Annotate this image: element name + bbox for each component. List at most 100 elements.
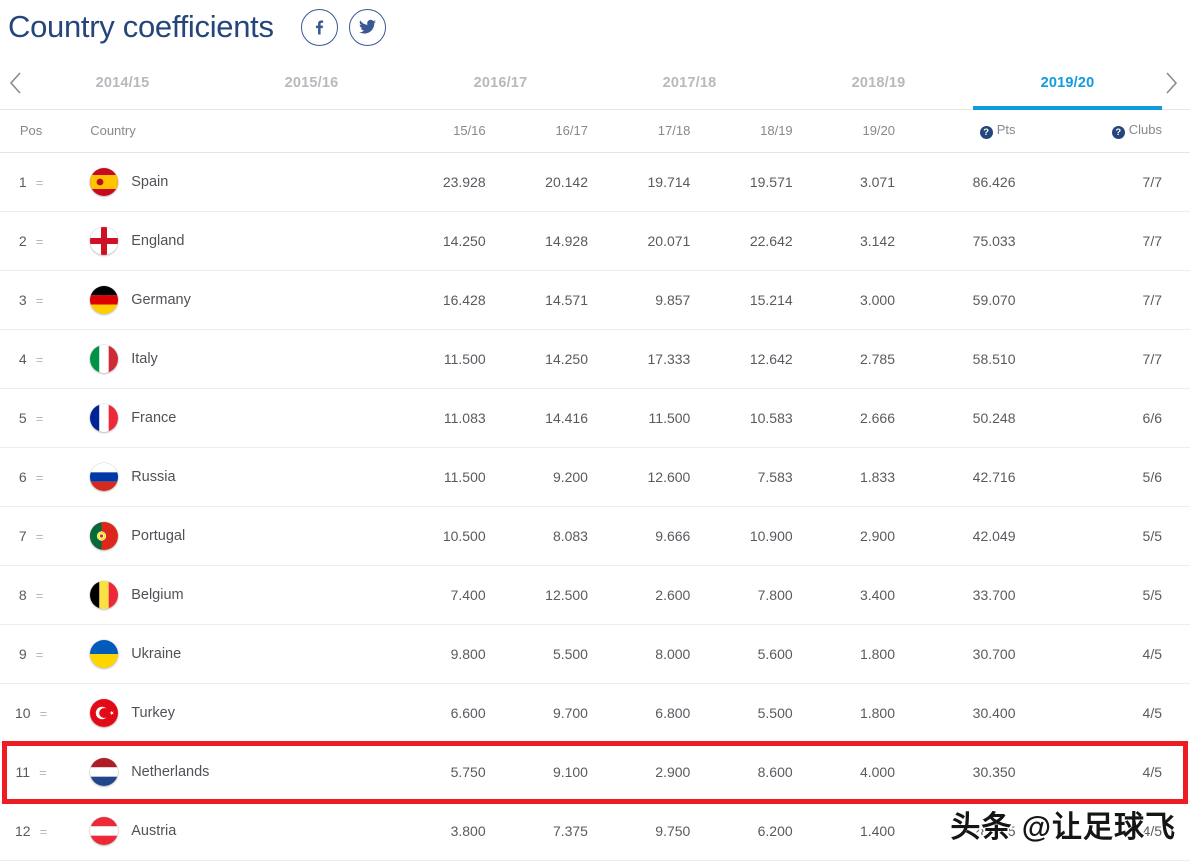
cell-s1516: 23.928 xyxy=(391,152,494,212)
cell-s1617: 14.250 xyxy=(493,329,596,389)
cell-s1718: 19.714 xyxy=(595,152,699,212)
cell-s1617: 8.083 xyxy=(493,506,596,566)
tab-2014-15[interactable]: 2014/15 xyxy=(28,57,217,109)
cell-s1516: 11.500 xyxy=(391,447,494,507)
position-change-icon: = xyxy=(35,470,44,485)
cell-country[interactable]: Netherlands xyxy=(62,742,392,802)
social-share-group xyxy=(300,8,386,46)
position-change-icon: = xyxy=(35,352,44,367)
cell-position: 11 = xyxy=(0,742,63,802)
table-row[interactable]: 5 = France 11.083 14.416 11.500 10.583 2.666 50.… xyxy=(0,388,1190,448)
cell-position: 3 = xyxy=(0,270,63,330)
facebook-icon xyxy=(316,20,324,35)
cell-country[interactable]: Portugal xyxy=(62,506,392,566)
cell-country[interactable]: Russia xyxy=(62,447,392,507)
cell-s1920: 2.900 xyxy=(800,506,904,566)
table-row[interactable]: 12 = Austria 3.800 7.375 9.750 6.200 1.400 28.52… xyxy=(0,801,1190,861)
flag-icon-england xyxy=(90,227,119,255)
column-header-1718[interactable]: 17/18 xyxy=(595,110,699,153)
cell-s1819: 8.600 xyxy=(698,742,801,802)
cell-country[interactable]: Spain xyxy=(62,152,392,212)
cell-s1516: 9.800 xyxy=(391,624,494,684)
column-header-1617[interactable]: 16/17 xyxy=(493,110,596,153)
cell-points: 30.350 xyxy=(903,742,1046,802)
cell-country[interactable]: Belgium xyxy=(62,565,392,625)
position-number: 8 xyxy=(18,587,27,603)
flag-icon-austria xyxy=(90,817,119,845)
cell-country[interactable]: France xyxy=(62,388,392,448)
position-change-icon: = xyxy=(35,411,44,426)
tab-2019-20[interactable]: 2019/20 xyxy=(973,57,1162,110)
cell-points: 59.070 xyxy=(903,270,1046,330)
tabs-prev-arrow[interactable] xyxy=(2,69,28,97)
cell-country[interactable]: Turkey xyxy=(62,683,392,743)
cell-s1920: 1.833 xyxy=(800,447,904,507)
cell-s1718: 9.857 xyxy=(595,270,699,330)
cell-s1819: 7.583 xyxy=(698,447,801,507)
cell-position: 2 = xyxy=(0,211,63,271)
twitter-share-button[interactable] xyxy=(348,8,386,46)
column-header-1516[interactable]: 15/16 xyxy=(391,110,494,153)
cell-country[interactable]: Germany xyxy=(62,270,392,330)
position-number: 6 xyxy=(18,469,27,485)
cell-s1920: 2.785 xyxy=(800,329,904,389)
position-number: 7 xyxy=(18,528,27,544)
column-header-1819[interactable]: 18/19 xyxy=(698,110,801,153)
flag-icon-belgium xyxy=(90,581,119,609)
table-row[interactable]: 8 = Belgium 7.400 12.500 2.600 7.800 3.400 33.70… xyxy=(0,565,1190,625)
cell-clubs: 4/5 xyxy=(1045,683,1190,743)
cell-clubs: 7/7 xyxy=(1045,152,1190,212)
page-title: Country coefficients xyxy=(8,9,274,44)
position-number: 10 xyxy=(15,705,31,721)
table-row[interactable]: 1 = Spain 23.928 20.142 19.714 19.571 3.071 86.4… xyxy=(0,152,1190,212)
cell-s1920: 3.400 xyxy=(800,565,904,625)
tab-2015-16[interactable]: 2015/16 xyxy=(217,57,406,109)
pts-info-icon[interactable]: ? xyxy=(979,126,993,139)
column-header-1920[interactable]: 19/20 xyxy=(800,110,904,153)
cell-position: 5 = xyxy=(0,388,63,448)
cell-clubs: 6/6 xyxy=(1045,388,1190,448)
cell-country[interactable]: Ukraine xyxy=(62,624,392,684)
column-header-pts[interactable]: ? Pts xyxy=(903,110,1046,153)
cell-s1920: 1.800 xyxy=(800,624,904,684)
cell-position: 8 = xyxy=(0,565,63,625)
column-header-country[interactable]: Country xyxy=(62,110,392,153)
cell-country[interactable]: Italy xyxy=(62,329,392,389)
cell-s1718: 20.071 xyxy=(595,211,699,271)
cell-s1819: 10.583 xyxy=(698,388,801,448)
tab-2016-17[interactable]: 2016/17 xyxy=(406,57,595,109)
tab-2018-19[interactable]: 2018/19 xyxy=(784,57,973,109)
tabs-next-arrow[interactable] xyxy=(1158,69,1184,97)
flag-icon-france xyxy=(90,404,119,432)
table-row[interactable]: 10 = Turkey 6.600 9.700 6.800 5.500 1.800 30.400… xyxy=(0,683,1190,743)
table-row[interactable]: 2 = England 14.250 14.928 20.071 22.642 3.142 75… xyxy=(0,211,1190,271)
table-row[interactable]: 7 = Portugal 10.500 8.083 9.666 10.900 2.900 42.… xyxy=(0,506,1190,566)
position-number: 5 xyxy=(18,410,27,426)
cell-s1920: 3.071 xyxy=(800,152,904,212)
country-name: Turkey xyxy=(131,705,175,721)
facebook-share-button[interactable] xyxy=(300,8,338,46)
flag-icon-ukraine xyxy=(90,640,119,668)
country-name: England xyxy=(131,233,185,249)
cell-points: 42.716 xyxy=(903,447,1046,507)
table-row[interactable]: 3 = Germany 16.428 14.571 9.857 15.214 3.000 59.… xyxy=(0,270,1190,330)
table-row[interactable]: 9 = Ukraine 9.800 5.500 8.000 5.600 1.800 30.700… xyxy=(0,624,1190,684)
table-header: Pos Country 15/16 16/17 17/18 18/19 19/2… xyxy=(0,110,1190,153)
column-header-clubs[interactable]: ? Clubs xyxy=(1045,110,1190,153)
position-number: 12 xyxy=(15,823,31,839)
position-change-icon: = xyxy=(39,765,47,780)
cell-points: 86.426 xyxy=(903,152,1046,212)
table-row[interactable]: 6 = Russia 11.500 9.200 12.600 7.583 1.833 42.71… xyxy=(0,447,1190,507)
cell-s1718: 9.666 xyxy=(595,506,699,566)
position-change-icon: = xyxy=(35,175,44,190)
column-header-pos[interactable]: Pos xyxy=(0,110,63,153)
clubs-info-icon[interactable]: ? xyxy=(1111,126,1125,139)
cell-country[interactable]: England xyxy=(62,211,392,271)
cell-s1718: 2.600 xyxy=(595,565,699,625)
cell-points: 28.525 xyxy=(903,801,1046,861)
tab-2017-18[interactable]: 2017/18 xyxy=(595,57,784,109)
table-row[interactable]: 11 = Netherlands 5.750 9.100 2.900 8.600 4.000 3… xyxy=(0,742,1190,802)
cell-country[interactable]: Austria xyxy=(62,801,392,861)
cell-clubs: 7/7 xyxy=(1045,270,1190,330)
table-row[interactable]: 4 = Italy 11.500 14.250 17.333 12.642 2.785 58.5… xyxy=(0,329,1190,389)
